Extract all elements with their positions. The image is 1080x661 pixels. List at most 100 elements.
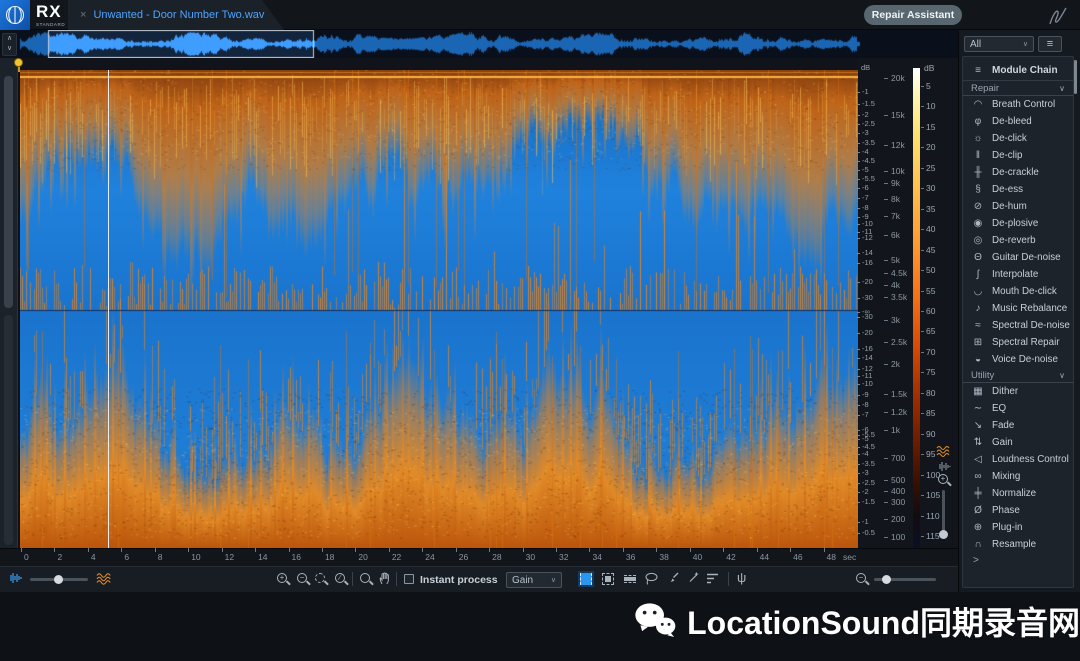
- amp-axis-label: -5.5: [862, 174, 875, 183]
- vertical-scrollbar-lower[interactable]: [4, 315, 13, 545]
- brush-tool-icon[interactable]: [666, 571, 680, 585]
- amp-axis-tick: [857, 238, 860, 239]
- amp-axis-tick: [857, 217, 860, 218]
- module-item-de-hum[interactable]: ⊘ De-hum: [963, 198, 1073, 215]
- module-item-de-ess[interactable]: § De-ess: [963, 181, 1073, 198]
- zoom-out-icon[interactable]: −: [297, 573, 307, 583]
- waveform-overview[interactable]: [18, 30, 958, 58]
- section-header-utility[interactable]: Utility ∨: [963, 368, 1073, 383]
- colorbar-tick: [921, 126, 924, 128]
- amp-axis-label: -30: [862, 293, 873, 302]
- amp-axis-tick: [857, 115, 860, 116]
- zoom-in-icon[interactable]: +: [277, 573, 287, 583]
- colorbar-tick: [921, 249, 924, 251]
- freq-axis-tick: [884, 297, 888, 298]
- module-item-music-rebalance[interactable]: ♪ Music Rebalance: [963, 300, 1073, 317]
- de-ess-icon: §: [975, 184, 981, 195]
- freq-axis-tick: [884, 235, 888, 236]
- module-item-spectral-repair[interactable]: ⊞ Spectral Repair: [963, 334, 1073, 351]
- time-ruler[interactable]: [0, 548, 958, 566]
- time-ruler-label: 14: [258, 552, 268, 562]
- module-item-de-plosive[interactable]: ◉ De-plosive: [963, 215, 1073, 232]
- time-ruler-label: 8: [157, 552, 163, 562]
- marker-strip[interactable]: [18, 58, 958, 70]
- section-header-repair[interactable]: Repair ∨: [963, 81, 1073, 96]
- file-tab[interactable]: × Unwanted - Door Number Two.wav: [68, 0, 284, 30]
- module-item-gain[interactable]: ⇅ Gain: [963, 434, 1073, 451]
- time-ruler-tick: [622, 548, 624, 552]
- overview-collapse-control[interactable]: ∧ ∨: [2, 33, 17, 56]
- module-item-breath-control[interactable]: ◠ Breath Control: [963, 96, 1073, 113]
- time-ruler-label: 0: [24, 552, 29, 562]
- module-item-resample[interactable]: ∩ Resample: [963, 536, 1073, 553]
- colorbar-tick: [921, 208, 924, 210]
- amp-axis-tick: [857, 384, 860, 385]
- spectrogram-display-icon[interactable]: [936, 446, 952, 457]
- module-item-phase[interactable]: Ø Phase: [963, 502, 1073, 519]
- amp-axis-label: -6: [862, 183, 869, 192]
- repair-assistant-button[interactable]: Repair Assistant: [864, 5, 962, 25]
- time-ruler-tick: [87, 548, 89, 552]
- module-chain-item[interactable]: ≡ Module Chain: [963, 61, 1073, 81]
- zoom-reset-icon[interactable]: ∕: [335, 573, 345, 583]
- amp-axis-tick: [857, 152, 860, 153]
- module-item-de-click[interactable]: ☼ De-click: [963, 130, 1073, 147]
- hand-grab-tool-icon[interactable]: [378, 571, 392, 585]
- module-filter-select[interactable]: All ∨: [964, 36, 1034, 52]
- amp-axis-tick: [857, 502, 860, 503]
- module-item-normalize[interactable]: ╪ Normalize: [963, 485, 1073, 502]
- time-ruler-label: 46: [793, 552, 803, 562]
- chevron-up-icon: ∧: [6, 35, 13, 42]
- module-item-guitar-de-noise[interactable]: Θ Guitar De-noise: [963, 249, 1073, 266]
- amp-axis-tick: [857, 483, 860, 484]
- zoom-to-selection-icon[interactable]: [315, 573, 325, 583]
- expand-more-control[interactable]: >: [963, 553, 1073, 566]
- module-item-mouth-de-click[interactable]: ◡ Mouth De-click: [963, 283, 1073, 300]
- waveform-view-icon[interactable]: [8, 572, 22, 584]
- spectrogram-view[interactable]: [20, 70, 858, 548]
- module-item-interpolate[interactable]: ∫ Interpolate: [963, 266, 1073, 283]
- amp-axis-tick: [857, 430, 860, 431]
- module-item-mixing[interactable]: ∞ Mixing: [963, 468, 1073, 485]
- display-blend-slider-knob[interactable]: [54, 575, 63, 584]
- spectrogram-colorbar[interactable]: [913, 68, 920, 548]
- amp-axis-tick: [857, 143, 860, 144]
- horizontal-zoom-out-icon[interactable]: −: [856, 573, 866, 583]
- module-item-de-crackle[interactable]: ╫ De-crackle: [963, 164, 1073, 181]
- amp-axis-tick: [857, 133, 860, 134]
- time-frequency-selection-tool[interactable]: [602, 573, 614, 585]
- vertical-scrollbar-upper[interactable]: [4, 76, 13, 308]
- module-list-scrollbar[interactable]: [1074, 60, 1077, 94]
- module-item-plug-in[interactable]: ⊕ Plug-in: [963, 519, 1073, 536]
- spectrogram-view-icon[interactable]: [96, 573, 113, 585]
- horizontal-zoom-slider-knob[interactable]: [882, 575, 891, 584]
- module-item-dither[interactable]: ▦ Dither: [963, 383, 1073, 400]
- lasso-tool-icon[interactable]: [644, 572, 659, 586]
- amp-axis-label: -2.5: [862, 478, 875, 487]
- module-item-de-bleed[interactable]: φ De-bleed: [963, 113, 1073, 130]
- module-item-spectral-de-noise[interactable]: ≈ Spectral De-noise: [963, 317, 1073, 334]
- module-list: ≡ Module Chain Repair ∨ ◠ Breath Control φ De…: [962, 56, 1074, 588]
- time-ruler-tick: [522, 548, 524, 552]
- magic-wand-tool-icon[interactable]: [686, 571, 700, 585]
- module-item-de-reverb[interactable]: ◎ De-reverb: [963, 232, 1073, 249]
- panel-menu-icon[interactable]: ≡: [1038, 36, 1062, 52]
- module-item-de-clip[interactable]: ‖ De-clip: [963, 147, 1073, 164]
- time-selection-tool[interactable]: [578, 571, 594, 587]
- vertical-zoom-slider-knob[interactable]: [939, 530, 948, 539]
- module-item-voice-de-noise[interactable]: ◒ Voice De-noise: [963, 351, 1073, 368]
- colorbar-title: dB: [924, 63, 935, 73]
- magnifier-tool-icon[interactable]: [360, 573, 370, 583]
- playhead-pin[interactable]: [14, 58, 23, 67]
- tab-close-icon[interactable]: ×: [80, 9, 86, 21]
- module-item-eq[interactable]: ∼ EQ: [963, 400, 1073, 417]
- frequency-selection-tool[interactable]: [624, 575, 636, 583]
- instant-process-checkbox[interactable]: [404, 574, 414, 584]
- tuning-fork-icon[interactable]: ψ: [737, 570, 746, 585]
- flatten-levels-icon[interactable]: [706, 573, 719, 584]
- freq-axis-tick: [884, 502, 888, 503]
- module-item-loudness-control[interactable]: ◁ Loudness Control: [963, 451, 1073, 468]
- module-item-fade[interactable]: ↘ Fade: [963, 417, 1073, 434]
- process-select[interactable]: Gain ∨: [506, 572, 562, 588]
- section-label: Utility: [971, 369, 995, 381]
